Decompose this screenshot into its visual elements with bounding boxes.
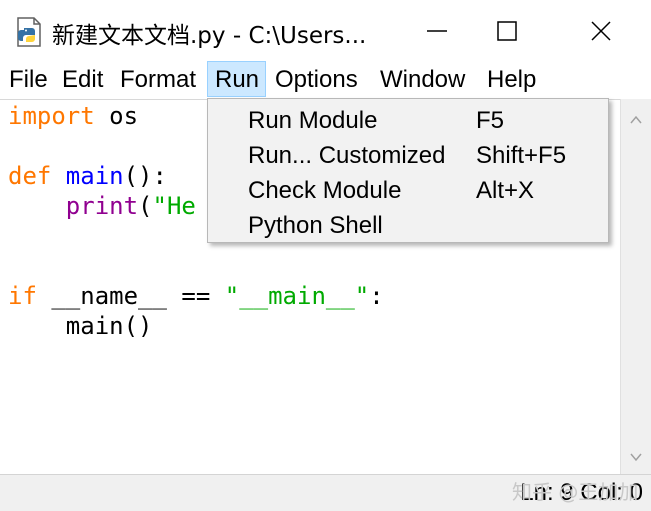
code-line-7: if __name__ == "__main__": — [8, 282, 384, 310]
keyword: def — [8, 162, 52, 190]
menu-help[interactable]: Help — [487, 62, 536, 98]
menu-item-shortcut: Shift+F5 — [476, 142, 567, 169]
menu-item-label: Python Shell — [248, 212, 383, 239]
menu-item-python-shell[interactable]: Python Shell — [208, 208, 608, 243]
code-text: __name__ == — [36, 282, 225, 310]
minimize-icon — [427, 30, 447, 32]
run-menu-dropdown: Run Module F5 Run... Customized Shift+F5… — [207, 98, 609, 243]
maximize-button[interactable] — [476, 0, 538, 62]
function-name: main — [51, 162, 124, 190]
watermark: 知乎 @王加加 — [512, 480, 639, 504]
menu-item-shortcut: F5 — [476, 107, 505, 134]
builtin-name: print — [65, 192, 139, 220]
string-literal: "__main__" — [224, 282, 370, 310]
window-title: 新建文本文档.py - C:\Users... — [52, 23, 367, 49]
code-line-8: main() — [8, 312, 153, 340]
minimize-button[interactable] — [406, 0, 468, 62]
code-text: ( — [138, 192, 153, 220]
code-line-1: import os — [8, 102, 138, 130]
menu-file[interactable]: File — [9, 62, 48, 98]
menu-bar: File Edit Format Run Options Window Help — [0, 61, 651, 98]
menu-item-label: Check Module — [248, 177, 402, 204]
code-line-3: def main(): — [8, 162, 167, 190]
menu-item-label: Run Module — [248, 107, 378, 134]
menu-item-run-module[interactable]: Run Module F5 — [208, 103, 608, 138]
code-text: : — [369, 282, 384, 310]
code-text: (): — [123, 162, 167, 190]
close-button[interactable] — [570, 0, 632, 62]
vertical-scrollbar[interactable] — [620, 99, 651, 474]
string-literal: "He — [152, 192, 196, 220]
menu-format[interactable]: Format — [120, 62, 196, 98]
code-line-4: print("He — [8, 192, 196, 220]
close-icon — [591, 21, 611, 41]
menu-item-label: Run... Customized — [248, 142, 446, 169]
menu-window[interactable]: Window — [380, 62, 465, 98]
menu-edit[interactable]: Edit — [62, 62, 103, 98]
menu-item-shortcut: Alt+X — [476, 177, 535, 204]
title-bar: 新建文本文档.py - C:\Users... — [0, 0, 651, 62]
menu-run[interactable]: Run — [207, 61, 266, 97]
menu-item-check-module[interactable]: Check Module Alt+X — [208, 173, 608, 208]
keyword: import — [8, 102, 95, 130]
scrollbar-arrows — [630, 115, 642, 462]
code-text: os — [94, 102, 139, 130]
maximize-icon — [497, 21, 517, 41]
keyword: if — [8, 282, 37, 310]
menu-item-run-customized[interactable]: Run... Customized Shift+F5 — [208, 138, 608, 173]
python-file-icon[interactable] — [14, 16, 46, 48]
menu-options[interactable]: Options — [275, 62, 358, 98]
